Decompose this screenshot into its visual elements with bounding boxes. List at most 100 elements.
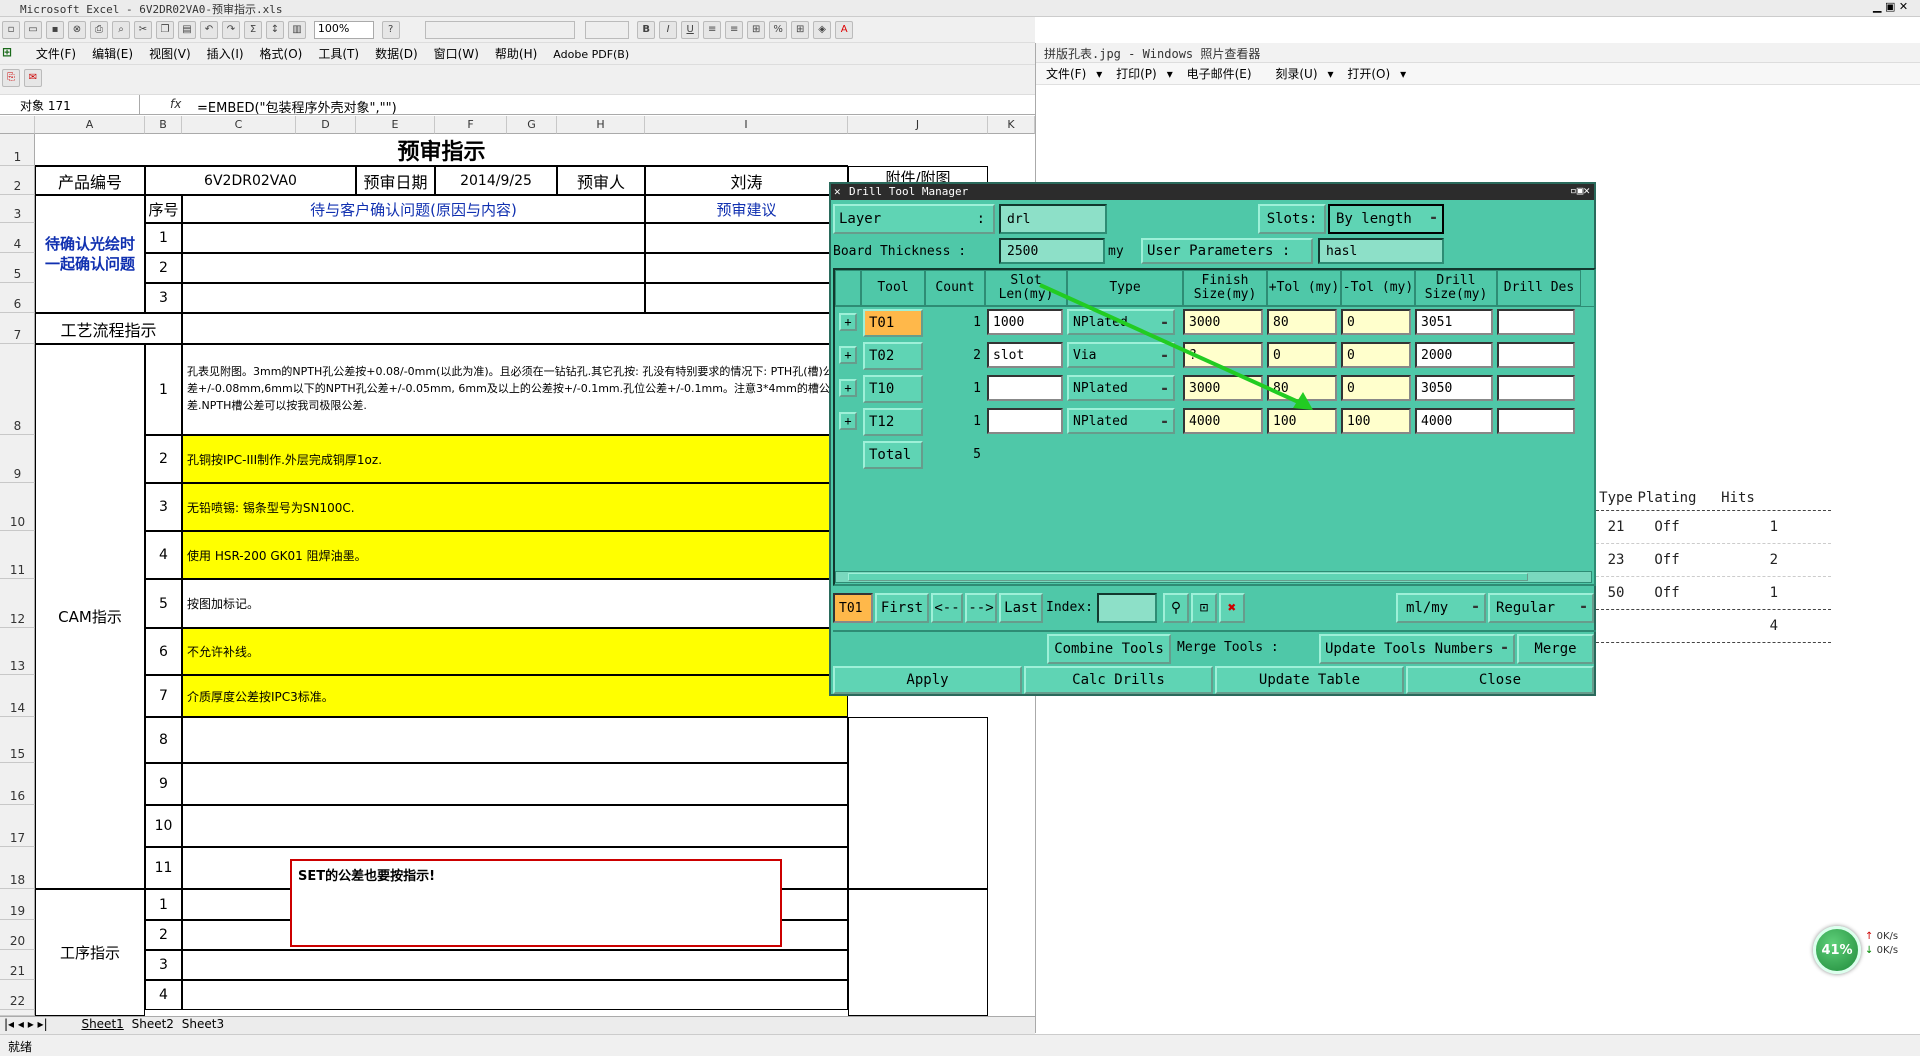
cam-num-6[interactable]: 6 [145, 628, 182, 675]
save-icon[interactable]: ⊡ [1191, 593, 1217, 623]
cam-item-2[interactable]: 孔铜按IPC-III制作.外层完成铜厚1oz. [182, 435, 848, 483]
thickness-input[interactable]: 2500 [999, 238, 1105, 264]
align-left-icon[interactable]: ≡ [703, 21, 722, 39]
cam-num-1[interactable]: 1 [145, 344, 182, 435]
menu-adobe-pdf[interactable]: Adobe PDF(B) [553, 44, 629, 66]
expand-row-icon[interactable]: + [839, 412, 857, 430]
pending-label[interactable]: 待确认光绘时一起确认问题 [35, 195, 145, 313]
row-header-13[interactable]: 13 [0, 628, 35, 675]
merge-button[interactable]: Merge [1517, 634, 1594, 664]
minimize-icon[interactable]: ▁ [1873, 0, 1881, 13]
cell-mtol[interactable]: 100 [1341, 408, 1411, 434]
formula-input[interactable]: =EMBED("包装程序外壳对象","") [197, 97, 397, 116]
proc-attachment-cell[interactable] [848, 889, 988, 1016]
process-label[interactable]: 工艺流程指示 [35, 313, 182, 344]
pending-suggestion-header[interactable]: 预审建议 [645, 195, 848, 223]
cell-des[interactable] [1497, 309, 1575, 335]
redo-icon[interactable]: ↷ [222, 21, 240, 39]
save-icon[interactable]: ▪ [46, 21, 64, 39]
menu-view[interactable]: 视图(V) [149, 43, 191, 65]
menu-insert[interactable]: 插入(I) [207, 43, 244, 65]
pending-num-1[interactable]: 1 [145, 223, 182, 253]
proc-num-3[interactable]: 3 [145, 950, 182, 980]
font-color-icon[interactable]: A [835, 21, 854, 39]
col-header-a[interactable]: A [35, 116, 145, 134]
open-icon[interactable]: ▭ [24, 21, 42, 39]
row-header-7[interactable]: 7 [0, 313, 35, 344]
expand-row-icon[interactable]: + [839, 313, 857, 331]
cam-item-10[interactable] [182, 805, 848, 847]
row-header-17[interactable]: 17 [0, 805, 35, 847]
row-header-9[interactable]: 9 [0, 435, 35, 483]
menu-tools[interactable]: 工具(T) [318, 43, 359, 65]
col-header-c[interactable]: C [182, 116, 296, 134]
underline-icon[interactable]: U [681, 21, 700, 39]
zoom-select[interactable]: 100% [313, 21, 374, 39]
apply-button[interactable]: Apply [833, 666, 1022, 694]
row-header-18[interactable]: 18 [0, 847, 35, 889]
row-header-12[interactable]: 12 [0, 579, 35, 628]
pending-s-2[interactable] [645, 253, 848, 283]
pending-s-3[interactable] [645, 283, 848, 313]
align-center-icon[interactable]: ≡ [725, 21, 744, 39]
pdf-mail-icon[interactable]: ✉ [24, 69, 42, 87]
note-textbox[interactable]: SET的公差也要按指示! [290, 859, 782, 947]
pending-q-3[interactable] [182, 283, 645, 313]
index-input[interactable] [1097, 593, 1157, 623]
slots-dropdown[interactable]: By length [1328, 204, 1444, 234]
proc-num-4[interactable]: 4 [145, 980, 182, 1010]
menu-file[interactable]: 文件(F) [36, 43, 76, 65]
cam-num-3[interactable]: 3 [145, 483, 182, 531]
close-button[interactable]: Close [1406, 666, 1594, 694]
font-select[interactable] [425, 21, 576, 39]
pending-question-header[interactable]: 待与客户确认问题(原因与内容) [182, 195, 645, 223]
menu-edit[interactable]: 编辑(E) [92, 43, 133, 65]
reviewer-value[interactable]: 刘涛 [645, 166, 848, 195]
dtm-menu-icon[interactable]: ✕ [834, 185, 841, 198]
cam-item-8[interactable] [182, 717, 848, 763]
row-header-6[interactable]: 6 [0, 283, 35, 313]
network-gauge[interactable]: 41% [1813, 926, 1861, 974]
combine-tools-button[interactable]: Combine Tools [1047, 634, 1171, 664]
proc-num-1[interactable]: 1 [145, 889, 182, 920]
chart-icon[interactable]: ▥ [288, 21, 306, 39]
date-label[interactable]: 预审日期 [356, 166, 435, 195]
sheet-tab-2[interactable]: Sheet2 [132, 1017, 174, 1031]
col-header-j[interactable]: J [848, 116, 988, 134]
cell-mtol[interactable]: 0 [1341, 342, 1411, 368]
reviewer-label[interactable]: 预审人 [557, 166, 645, 195]
cam-attachment-cell[interactable] [848, 717, 988, 889]
col-header-k[interactable]: K [988, 116, 1035, 134]
row-header-14[interactable]: 14 [0, 675, 35, 717]
cam-item-5[interactable]: 按图加标记。 [182, 579, 848, 628]
sum-icon[interactable]: Σ [244, 21, 262, 39]
cam-item-9[interactable] [182, 763, 848, 805]
pending-s-1[interactable] [645, 223, 848, 253]
bold-icon[interactable]: B [637, 21, 656, 39]
tool-button[interactable]: T12 [863, 408, 923, 436]
maximize-icon[interactable]: ▣ [1885, 0, 1895, 13]
cell-mtol[interactable]: 0 [1341, 375, 1411, 401]
cell-mtol[interactable]: 0 [1341, 309, 1411, 335]
cam-label[interactable]: CAM指示 [35, 344, 145, 889]
cam-item-3[interactable]: 无铅喷锡: 锡条型号为SN100C. [182, 483, 848, 531]
row-header-5[interactable]: 5 [0, 253, 35, 283]
row-header-1[interactable]: 1 [0, 134, 35, 166]
print-preview-icon[interactable]: ⌕ [112, 21, 130, 39]
viewer-menu-email[interactable]: 电子邮件(E) [1187, 67, 1252, 81]
row-header-4[interactable]: 4 [0, 223, 35, 253]
expand-row-icon[interactable]: + [839, 379, 857, 397]
close-icon[interactable]: ✕ [1899, 0, 1908, 13]
update-table-button[interactable]: Update Table [1215, 666, 1404, 694]
col-header-f[interactable]: F [435, 116, 507, 134]
copy-icon[interactable]: ❐ [156, 21, 174, 39]
proc-item-3[interactable] [182, 950, 848, 980]
prev-button[interactable]: <-- [931, 593, 963, 623]
new-icon[interactable]: ▫ [2, 21, 20, 39]
cell-drill[interactable]: 3050 [1415, 375, 1493, 401]
row-header-20[interactable]: 20 [0, 920, 35, 950]
cell-drill[interactable]: 2000 [1415, 342, 1493, 368]
pending-q-2[interactable] [182, 253, 645, 283]
proc-num-2[interactable]: 2 [145, 920, 182, 950]
cam-num-10[interactable]: 10 [145, 805, 182, 847]
